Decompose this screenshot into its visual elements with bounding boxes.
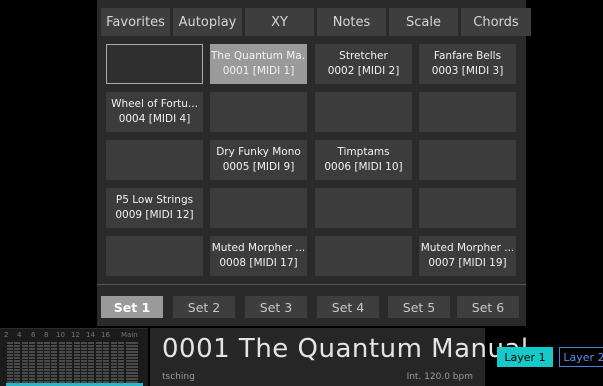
favorite-slot[interactable] [106,44,203,84]
meter-channel-label: 14 [86,331,95,339]
favorite-slot-number: 0005 [MIDI 9] [222,161,295,173]
meter-channel-bar [88,342,95,384]
favorite-slot[interactable] [315,92,412,132]
favorite-slot-number: 0003 [MIDI 3] [431,65,504,77]
favorite-slot-name: P5 Low Strings [115,194,194,206]
divider [97,284,526,285]
meter-channel-label: 8 [44,331,49,339]
favorite-slot-name: The Quantum Ma... [211,50,306,62]
favorite-slot[interactable] [106,236,203,276]
meter-channel-bar [14,342,21,384]
meter-channel-bar [110,342,117,384]
meter-channel-bar [81,342,87,384]
favorite-slot-name: Fanfare Bells [433,50,502,62]
tab-autoplay[interactable]: Autoplay [173,8,242,36]
level-meter: 2 4 6 8 10 12 14 16 Main [0,328,148,386]
meter-channel-label: 4 [17,331,22,339]
favorite-slot[interactable]: Muted Morpher ... 0007 [MIDI 19] [419,236,516,276]
meter-channel-label: 12 [71,331,80,339]
tab-xy[interactable]: XY [245,8,314,36]
meter-channel-bar [36,342,43,384]
patch-author: tsching [162,372,195,382]
meter-channel-bar [21,342,28,384]
meter-channel-bar [118,342,124,384]
meter-channel-label: Main [121,331,138,339]
patch-display: 0001 The Quantum Manual tsching Int. 120… [150,328,528,386]
favorite-slot-number: 0007 [MIDI 19] [428,257,507,269]
favorite-slot-number: 0009 [MIDI 12] [115,209,194,221]
favorite-slot-name: Wheel of Fortu... [111,98,198,110]
layer-1-button[interactable]: Layer 1 [497,347,553,367]
favorite-slot[interactable] [315,188,412,228]
meter-channel-bar [95,342,102,384]
meter-channel-bar [66,342,73,384]
favorite-slot-name: Stretcher [339,50,388,62]
tab-scale[interactable]: Scale [389,8,458,36]
favorite-slot[interactable] [419,92,516,132]
meter-channel-label: 16 [101,331,110,339]
favorite-slot-number: 0004 [MIDI 4] [118,113,191,125]
favorite-slot[interactable] [315,236,412,276]
favorite-slot-name: Muted Morpher ... [211,242,306,254]
favorite-slot-name: Muted Morpher ... [420,242,515,254]
favorite-slot[interactable]: Wheel of Fortu... 0004 [MIDI 4] [106,92,203,132]
favorite-slot-number: 0001 [MIDI 1] [222,65,295,77]
favorite-slot[interactable]: The Quantum Ma... 0001 [MIDI 1] [210,44,307,84]
favorite-slot-name: Timptams [337,146,390,158]
set-button-2[interactable]: Set 2 [173,296,235,318]
set-button-3[interactable]: Set 3 [245,296,307,318]
tab-notes[interactable]: Notes [317,8,386,36]
favorite-slot[interactable]: Fanfare Bells 0003 [MIDI 3] [419,44,516,84]
tempo-readout: Int. 120.0 bpm [406,372,473,382]
favorite-slot-number: 0002 [MIDI 2] [327,65,400,77]
tab-favorites[interactable]: Favorites [101,8,170,36]
favorite-slot[interactable] [419,140,516,180]
tab-bar: Favorites Autoplay XY Notes Scale Chords [101,8,531,36]
tab-chords[interactable]: Chords [461,8,531,36]
favorite-slot[interactable] [210,188,307,228]
favorite-slot[interactable]: Dry Funky Mono 0005 [MIDI 9] [210,140,307,180]
meter-channel-bar [44,342,50,384]
favorite-slot-number: 0008 [MIDI 17] [219,257,298,269]
meter-channel-bar [73,342,80,384]
meter-channel-label: 2 [4,331,9,339]
favorite-slot[interactable] [419,188,516,228]
set-button-1[interactable]: Set 1 [101,296,163,318]
meter-channel-bar [103,342,110,384]
set-button-5[interactable]: Set 5 [388,296,450,318]
meter-channel-bar [7,342,13,384]
meter-channel-bar [29,342,36,384]
meter-channel-label: 6 [31,331,36,339]
set-button-6[interactable]: Set 6 [457,296,519,318]
favorite-slot-name: Dry Funky Mono [216,146,301,158]
favorite-slot[interactable] [210,92,307,132]
meter-main-bar [126,342,138,384]
favorite-slot-number: 0006 [MIDI 10] [324,161,403,173]
favorite-slot[interactable] [106,140,203,180]
patch-title: 0001 The Quantum Manual [162,334,529,364]
layer-2-button[interactable]: Layer 2 [559,347,603,367]
favorite-slot[interactable]: Stretcher 0002 [MIDI 2] [315,44,412,84]
set-selector: Set 1 Set 2 Set 3 Set 4 Set 5 Set 6 [101,296,521,318]
meter-channel-bar [58,342,65,384]
favorite-slot[interactable]: Muted Morpher ... 0008 [MIDI 17] [210,236,307,276]
favorite-slot[interactable]: Timptams 0006 [MIDI 10] [315,140,412,180]
set-button-4[interactable]: Set 4 [317,296,379,318]
meter-channel-bar [51,342,58,384]
meter-channel-label: 10 [56,331,65,339]
favorite-slot[interactable]: P5 Low Strings 0009 [MIDI 12] [106,188,203,228]
